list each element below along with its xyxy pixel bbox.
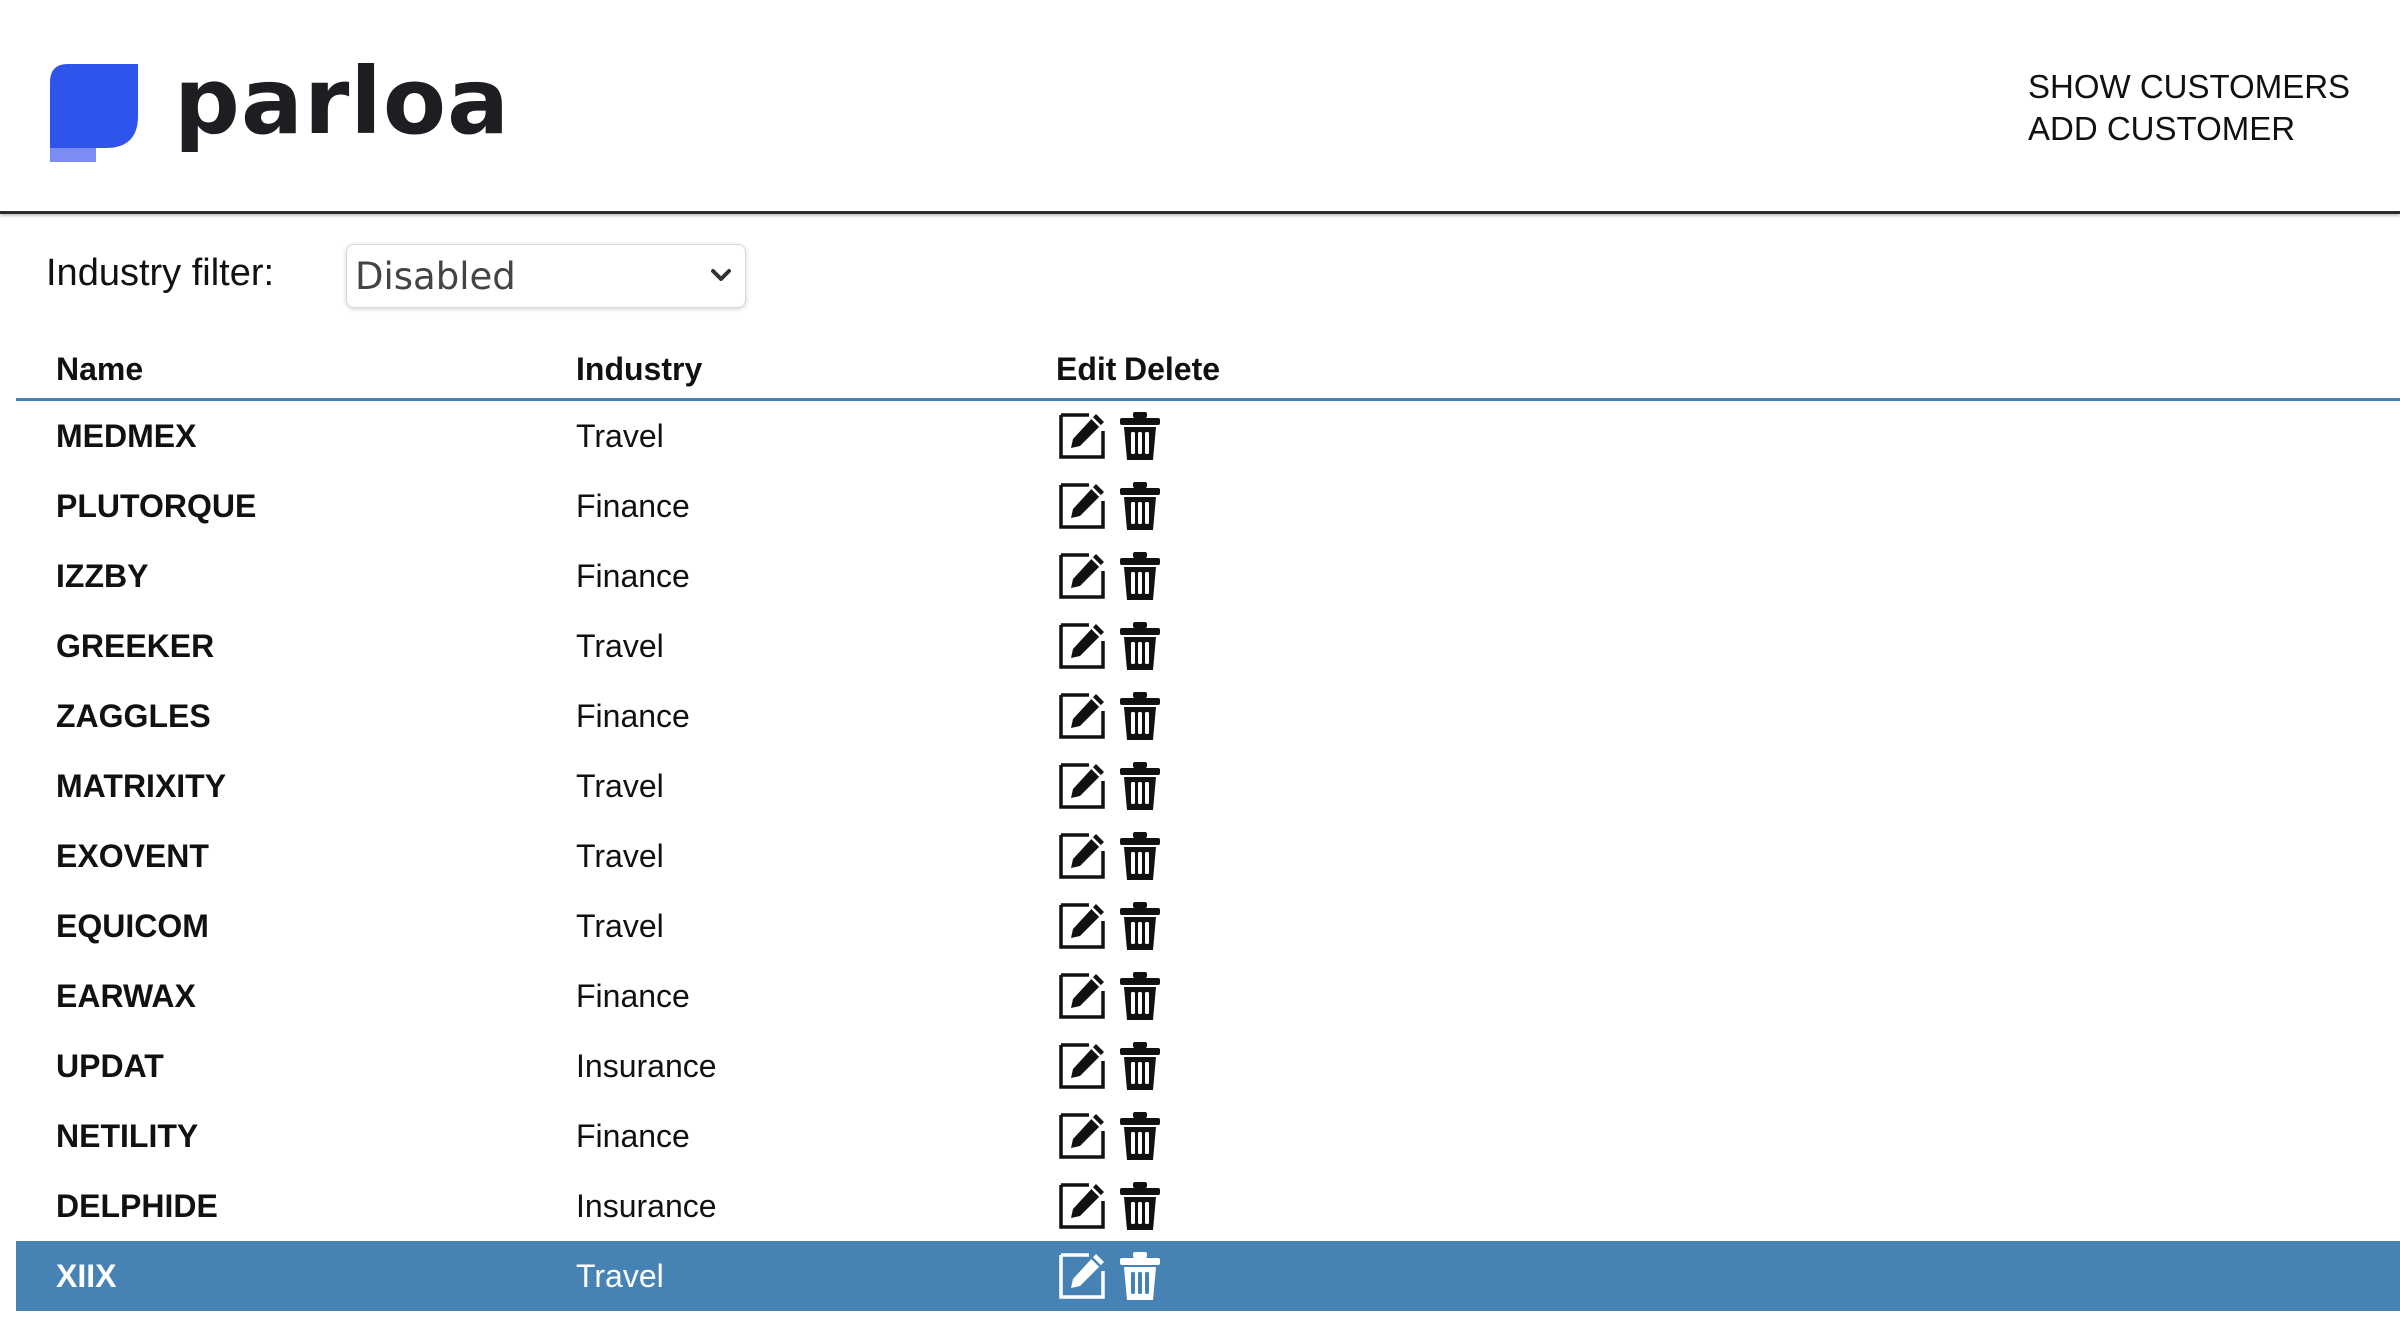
trash-icon[interactable] — [1114, 1250, 1166, 1302]
trash-icon[interactable] — [1114, 900, 1166, 952]
delete-cell — [1120, 751, 2400, 821]
customer-name-cell: NETILITY — [56, 1117, 199, 1154]
table-row[interactable]: EARWAX Finance — [16, 961, 2400, 1031]
delete-cell — [1120, 1031, 2400, 1101]
top-nav: SHOW CUSTOMERS ADD CUSTOMER — [2028, 66, 2350, 150]
customer-industry-cell: Finance — [576, 1117, 690, 1154]
edit-icon[interactable] — [1056, 690, 1108, 742]
parloa-logo-icon — [50, 64, 138, 162]
industry-filter-label: Industry filter: — [46, 252, 275, 294]
customer-table: Name Industry Edit Delete MEDMEX Travel — [16, 340, 2400, 1311]
customer-industry-cell: Finance — [576, 697, 690, 734]
customer-industry-cell: Travel — [576, 767, 664, 804]
delete-cell — [1120, 1101, 2400, 1171]
trash-icon[interactable] — [1114, 1180, 1166, 1232]
table-row[interactable]: IZZBY Finance — [16, 541, 2400, 611]
customer-name-cell: DELPHIDE — [56, 1187, 218, 1224]
customer-name-cell: UPDAT — [56, 1047, 164, 1084]
edit-icon[interactable] — [1056, 760, 1108, 812]
customer-name-cell: EARWAX — [56, 977, 196, 1014]
edit-icon[interactable] — [1056, 1180, 1108, 1232]
industry-filter-select[interactable]: Disabled — [346, 244, 746, 308]
show-customers-link[interactable]: SHOW CUSTOMERS — [2028, 66, 2350, 108]
table-row[interactable]: EQUICOM Travel — [16, 891, 2400, 961]
edit-icon[interactable] — [1056, 830, 1108, 882]
table-row[interactable]: DELPHIDE Insurance — [16, 1171, 2400, 1241]
edit-icon[interactable] — [1056, 620, 1108, 672]
table-row[interactable]: PLUTORQUE Finance — [16, 471, 2400, 541]
trash-icon[interactable] — [1114, 830, 1166, 882]
delete-cell — [1120, 961, 2400, 1031]
delete-cell — [1120, 891, 2400, 961]
trash-icon[interactable] — [1114, 480, 1166, 532]
customer-name-cell: EXOVENT — [56, 837, 209, 874]
column-header-delete: Delete — [1124, 340, 2400, 401]
edit-icon[interactable] — [1056, 1250, 1108, 1302]
delete-cell — [1120, 1171, 2400, 1241]
add-customer-link[interactable]: ADD CUSTOMER — [2028, 108, 2350, 150]
delete-cell — [1120, 821, 2400, 891]
trash-icon[interactable] — [1114, 690, 1166, 742]
table-row[interactable]: MEDMEX Travel — [16, 400, 2400, 472]
customer-industry-cell: Insurance — [576, 1047, 717, 1084]
customer-name-cell: EQUICOM — [56, 907, 209, 944]
table-header-row: Name Industry Edit Delete — [16, 340, 2400, 401]
trash-icon[interactable] — [1114, 620, 1166, 672]
delete-cell — [1120, 1241, 2400, 1311]
delete-cell — [1120, 541, 2400, 611]
customer-industry-cell: Finance — [576, 977, 690, 1014]
edit-icon[interactable] — [1056, 480, 1108, 532]
table-row[interactable]: ZAGGLES Finance — [16, 681, 2400, 751]
customer-industry-cell: Travel — [576, 1241, 1056, 1311]
table-row-selected[interactable]: XIIX Travel — [16, 1241, 2400, 1311]
trash-icon[interactable] — [1114, 1110, 1166, 1162]
delete-cell — [1120, 471, 2400, 541]
customer-industry-cell: Finance — [576, 487, 690, 524]
edit-icon[interactable] — [1056, 550, 1108, 602]
column-header-name: Name — [16, 340, 576, 401]
trash-icon[interactable] — [1114, 970, 1166, 1022]
delete-cell — [1120, 611, 2400, 681]
customer-name-cell: PLUTORQUE — [56, 487, 257, 524]
edit-icon[interactable] — [1056, 1040, 1108, 1092]
trash-icon[interactable] — [1114, 1040, 1166, 1092]
delete-cell — [1120, 400, 2400, 472]
customer-name-cell: XIIX — [16, 1241, 576, 1311]
customer-name-cell: MEDMEX — [56, 417, 197, 454]
edit-icon[interactable] — [1056, 970, 1108, 1022]
table-row[interactable]: UPDAT Insurance — [16, 1031, 2400, 1101]
customer-industry-cell: Travel — [576, 907, 664, 944]
trash-icon[interactable] — [1114, 760, 1166, 812]
customer-name-cell: GREEKER — [56, 627, 215, 664]
customer-industry-cell: Travel — [576, 417, 664, 454]
table-row[interactable]: MATRIXITY Travel — [16, 751, 2400, 821]
edit-icon[interactable] — [1056, 410, 1108, 462]
edit-icon[interactable] — [1056, 1110, 1108, 1162]
customer-name-cell: ZAGGLES — [56, 697, 211, 734]
table-row[interactable]: GREEKER Travel — [16, 611, 2400, 681]
column-header-edit: Edit — [1056, 340, 1124, 401]
app-header: parloa SHOW CUSTOMERS ADD CUSTOMER — [0, 0, 2400, 214]
table-row[interactable]: EXOVENT Travel — [16, 821, 2400, 891]
edit-icon[interactable] — [1056, 900, 1108, 952]
brand-logo-text: parloa — [174, 48, 511, 155]
trash-icon[interactable] — [1114, 410, 1166, 462]
delete-cell — [1120, 681, 2400, 751]
column-header-industry: Industry — [576, 340, 1056, 401]
customer-industry-cell: Travel — [576, 627, 664, 664]
table-body: MEDMEX Travel PLUTORQUE Finance IZZBY Fi… — [16, 400, 2400, 1311]
customer-industry-cell: Insurance — [576, 1187, 717, 1224]
customer-industry-cell: Finance — [576, 557, 690, 594]
table-row[interactable]: NETILITY Finance — [16, 1101, 2400, 1171]
customer-name-cell: MATRIXITY — [56, 767, 227, 804]
customer-name-cell: IZZBY — [56, 557, 149, 594]
customer-industry-cell: Travel — [576, 837, 664, 874]
trash-icon[interactable] — [1114, 550, 1166, 602]
